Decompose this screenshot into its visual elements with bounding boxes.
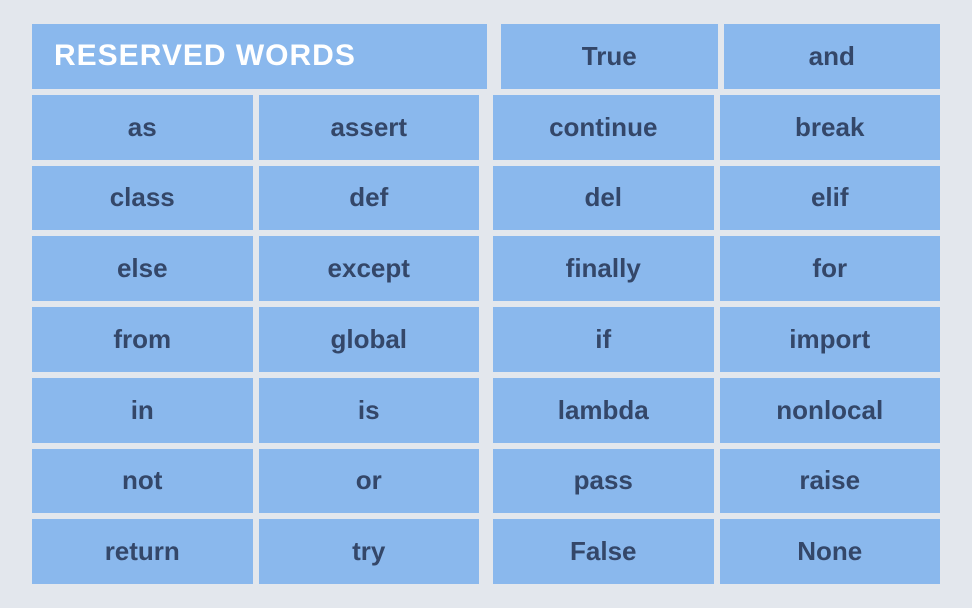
table-row: in is lambda nonlocal [32, 378, 940, 443]
table-cell: def [259, 166, 480, 231]
table-cell: pass [493, 449, 714, 514]
table-cell: break [720, 95, 941, 160]
table-cell: nonlocal [720, 378, 941, 443]
table-cell: if [493, 307, 714, 372]
table-cell: as [32, 95, 253, 160]
table-cell: is [259, 378, 480, 443]
table-cell: else [32, 236, 253, 301]
table-cell: for [720, 236, 941, 301]
table-title: RESERVED WORDS [32, 24, 487, 89]
table-cell: in [32, 378, 253, 443]
table-cell: elif [720, 166, 941, 231]
table-cell: try [259, 519, 480, 584]
table-header-cell: True [501, 24, 718, 89]
table-cell: from [32, 307, 253, 372]
table-row: else except finally for [32, 236, 940, 301]
table-row: return try False None [32, 519, 940, 584]
table-cell: continue [493, 95, 714, 160]
table-row: as assert continue break [32, 95, 940, 160]
table-cell: import [720, 307, 941, 372]
table-header-row: RESERVED WORDS True and [32, 24, 940, 89]
table-cell: lambda [493, 378, 714, 443]
table-cell: raise [720, 449, 941, 514]
table-cell: or [259, 449, 480, 514]
table-header-cell: and [724, 24, 941, 89]
table-row: class def del elif [32, 166, 940, 231]
table-cell: del [493, 166, 714, 231]
table-row: from global if import [32, 307, 940, 372]
table-cell: except [259, 236, 480, 301]
table-cell: assert [259, 95, 480, 160]
reserved-words-table: RESERVED WORDS True and as assert contin… [32, 24, 940, 584]
table-cell: False [493, 519, 714, 584]
table-row: not or pass raise [32, 449, 940, 514]
table-cell: global [259, 307, 480, 372]
table-cell: not [32, 449, 253, 514]
table-cell: return [32, 519, 253, 584]
table-cell: class [32, 166, 253, 231]
table-cell: finally [493, 236, 714, 301]
table-cell: None [720, 519, 941, 584]
